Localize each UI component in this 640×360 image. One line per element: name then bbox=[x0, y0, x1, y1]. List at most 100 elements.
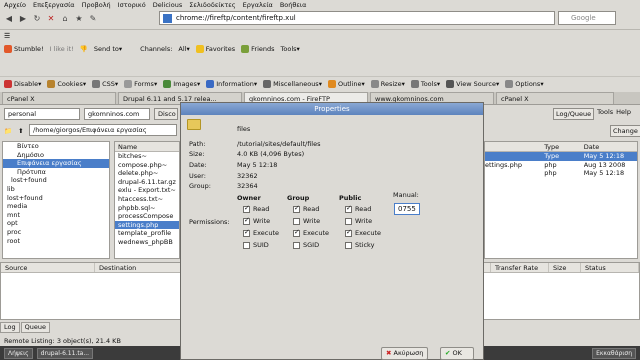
list-item[interactable]: delete.php~ bbox=[115, 169, 179, 178]
sendto-button[interactable]: Send to ▾ bbox=[94, 45, 122, 53]
column-name-header[interactable]: Name bbox=[115, 142, 179, 152]
webdev-tools[interactable]: Tools ▾ bbox=[410, 79, 440, 88]
cancel-button[interactable]: ✖ Ακύρωση bbox=[381, 347, 429, 360]
webdev-options[interactable]: Options ▾ bbox=[505, 79, 544, 88]
list-item-selected[interactable]: settings.php bbox=[115, 220, 179, 230]
bookmarks-manager-icon[interactable]: ☰ bbox=[4, 32, 10, 40]
group-execute-checkbox[interactable]: Execute bbox=[293, 228, 329, 237]
help-menu[interactable]: Help bbox=[616, 108, 631, 120]
menu-file[interactable]: Αρχείο bbox=[4, 1, 26, 9]
search-input[interactable]: Google bbox=[558, 11, 616, 25]
drupal-download-task[interactable]: drupal-6.11.ta... bbox=[36, 347, 94, 359]
table-row[interactable]: php May 5 12:18 bbox=[485, 169, 637, 178]
tree-item[interactable]: Βίντεο bbox=[3, 142, 109, 151]
friends-button[interactable]: Friends bbox=[241, 45, 275, 53]
sgid-checkbox[interactable]: SGID bbox=[293, 241, 319, 249]
list-item[interactable]: template_profile bbox=[115, 229, 179, 238]
ok-button[interactable]: ✔ OK bbox=[440, 347, 474, 360]
tree-item[interactable]: lost+found bbox=[3, 194, 109, 203]
group-write-checkbox[interactable]: Write bbox=[293, 217, 320, 225]
webdev-outline[interactable]: Outline ▾ bbox=[327, 79, 365, 88]
menu-view[interactable]: Προβολή bbox=[82, 1, 111, 9]
source-header[interactable]: Source bbox=[1, 263, 95, 272]
tree-item[interactable]: media bbox=[3, 202, 109, 211]
stop-icon[interactable]: ✕ bbox=[46, 14, 56, 24]
public-read-checkbox[interactable]: Read bbox=[345, 204, 371, 213]
list-item[interactable]: compose.php~ bbox=[115, 161, 179, 170]
disconnect-button[interactable]: Disco bbox=[154, 108, 178, 120]
webdev-misc[interactable]: Miscellaneous ▾ bbox=[263, 79, 322, 88]
browse-icon[interactable]: 📁 bbox=[4, 127, 12, 135]
downloads-task[interactable]: Λήψεις bbox=[4, 347, 33, 359]
webdev-css[interactable]: CSS ▾ bbox=[92, 79, 118, 88]
tab-cpanel-2[interactable]: cPanel X bbox=[496, 92, 614, 104]
owner-write-checkbox[interactable]: Write bbox=[243, 216, 270, 225]
menu-tools[interactable]: Εργαλεία bbox=[243, 1, 273, 9]
tools-button[interactable]: Tools ▾ bbox=[281, 45, 300, 53]
local-path-input[interactable]: /home/giorgos/Επιφάνεια εργασίας bbox=[29, 124, 177, 136]
list-item[interactable]: phpbb.sql~ bbox=[115, 204, 179, 213]
list-item[interactable]: htaccess.txt~ bbox=[115, 195, 179, 204]
tree-item[interactable]: mnt bbox=[3, 211, 109, 220]
tree-item[interactable]: lib bbox=[3, 185, 109, 194]
change-button[interactable]: Change bbox=[610, 125, 640, 137]
public-execute-checkbox[interactable]: Execute bbox=[345, 228, 381, 237]
webdev-cookies[interactable]: Cookies ▾ bbox=[47, 79, 86, 88]
parent-dir-icon[interactable]: ⬆ bbox=[18, 127, 23, 135]
log-queue-button[interactable]: Log/Queue bbox=[553, 108, 595, 120]
tree-item[interactable]: proc bbox=[3, 228, 109, 237]
forward-icon[interactable]: ▶ bbox=[18, 14, 28, 24]
tree-item-selected[interactable]: Επιφάνεια εργασίας bbox=[3, 159, 109, 168]
back-icon[interactable]: ◀ bbox=[4, 14, 14, 24]
menu-edit[interactable]: Επεξεργασία bbox=[33, 1, 75, 9]
tab-cpanel-1[interactable]: cPanel X bbox=[2, 92, 116, 104]
size-header[interactable]: Size bbox=[549, 263, 581, 272]
webdev-viewsource[interactable]: View Source ▾ bbox=[446, 79, 499, 88]
table-row[interactable]: ettings.php php Aug 13 2008 bbox=[485, 161, 637, 170]
type-column-header[interactable]: Type bbox=[544, 142, 583, 151]
tree-item[interactable]: lost+found bbox=[3, 176, 109, 185]
webdev-resize[interactable]: Resize ▾ bbox=[370, 79, 405, 88]
sticky-checkbox[interactable]: Sticky bbox=[345, 241, 374, 249]
url-bar[interactable]: chrome://fireftp/content/fireftp.xul bbox=[159, 11, 555, 25]
transfer-rate-header[interactable]: Transfer Rate bbox=[491, 263, 549, 272]
list-item[interactable]: exlu - Export.txt~ bbox=[115, 186, 179, 195]
owner-execute-checkbox[interactable]: Execute bbox=[243, 228, 279, 237]
favorites-button[interactable]: Favorites bbox=[195, 45, 235, 53]
like-button[interactable]: I like it! bbox=[50, 45, 74, 53]
server-select[interactable]: gkomninos.com bbox=[84, 108, 150, 120]
menu-history[interactable]: Ιστορικό bbox=[118, 1, 146, 9]
manual-permissions-input[interactable]: 0755 bbox=[394, 203, 420, 215]
tools-menu[interactable]: Tools bbox=[597, 108, 613, 120]
stumble-button[interactable]: Stumble! bbox=[4, 45, 44, 53]
tree-item[interactable]: root bbox=[3, 237, 109, 246]
group-read-checkbox[interactable]: Read bbox=[293, 204, 319, 213]
status-header[interactable]: Status bbox=[581, 263, 639, 272]
reload-icon[interactable]: ↻ bbox=[32, 14, 42, 24]
tree-item[interactable]: opt bbox=[3, 219, 109, 228]
clear-downloads-button[interactable]: Εκκαθάριση bbox=[592, 347, 636, 359]
webdev-images[interactable]: Images ▾ bbox=[163, 79, 200, 88]
webdev-information[interactable]: Information ▾ bbox=[206, 79, 257, 88]
webdev-forms[interactable]: Forms ▾ bbox=[124, 79, 157, 88]
webdev-disable[interactable]: Disable ▾ bbox=[4, 79, 41, 88]
list-item[interactable]: drupal-6.11.tar.gz bbox=[115, 178, 179, 187]
bookmark-icon[interactable]: ★ bbox=[74, 14, 84, 24]
all-button[interactable]: All ▾ bbox=[178, 45, 189, 53]
public-write-checkbox[interactable]: Write bbox=[345, 217, 372, 225]
table-row[interactable]: Type May 5 12:18 bbox=[485, 152, 637, 161]
tree-item[interactable]: Πρότυπα bbox=[3, 168, 109, 177]
list-item[interactable]: processCompose bbox=[115, 212, 179, 221]
tab-queue[interactable]: Queue bbox=[20, 322, 50, 333]
owner-read-checkbox[interactable]: Read bbox=[243, 204, 269, 213]
dislike-icon[interactable]: 👎 bbox=[80, 45, 88, 53]
home-icon[interactable]: ⌂ bbox=[60, 14, 70, 24]
menu-bookmarks[interactable]: Σελιδοδείκτες bbox=[189, 1, 235, 9]
suid-checkbox[interactable]: SUID bbox=[243, 241, 269, 249]
tag-icon[interactable]: ✎ bbox=[88, 14, 98, 24]
date-column-header[interactable]: Date bbox=[584, 142, 637, 151]
list-item[interactable]: wednews_phpBB bbox=[115, 238, 179, 247]
account-select[interactable]: personal bbox=[4, 108, 80, 120]
menu-delicious[interactable]: Delicious bbox=[153, 1, 182, 9]
menu-help[interactable]: Βοήθεια bbox=[280, 1, 307, 9]
